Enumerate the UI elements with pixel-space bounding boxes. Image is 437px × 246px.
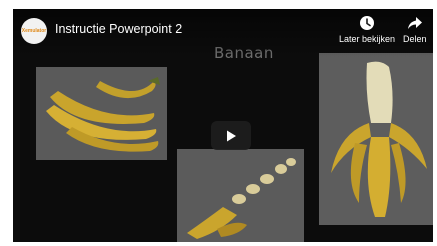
banana-bunch-image — [36, 67, 167, 160]
share-button[interactable]: Delen — [403, 15, 427, 44]
clock-icon — [360, 16, 375, 30]
video-player[interactable]: Banaan — [13, 9, 433, 242]
share-arrow-icon — [407, 17, 422, 29]
channel-avatar-text: Xemulator — [21, 28, 47, 34]
watch-later-button[interactable]: Later bekijken — [339, 15, 395, 44]
share-label: Delen — [403, 34, 427, 44]
channel-avatar[interactable]: Xemulator — [21, 18, 47, 44]
play-icon — [227, 130, 236, 141]
watch-later-label: Later bekijken — [339, 34, 396, 44]
sliced-banana-image — [177, 149, 304, 242]
peeled-banana-image — [319, 53, 433, 225]
play-button[interactable] — [211, 121, 251, 150]
video-title[interactable]: Instructie Powerpoint 2 — [55, 22, 182, 36]
